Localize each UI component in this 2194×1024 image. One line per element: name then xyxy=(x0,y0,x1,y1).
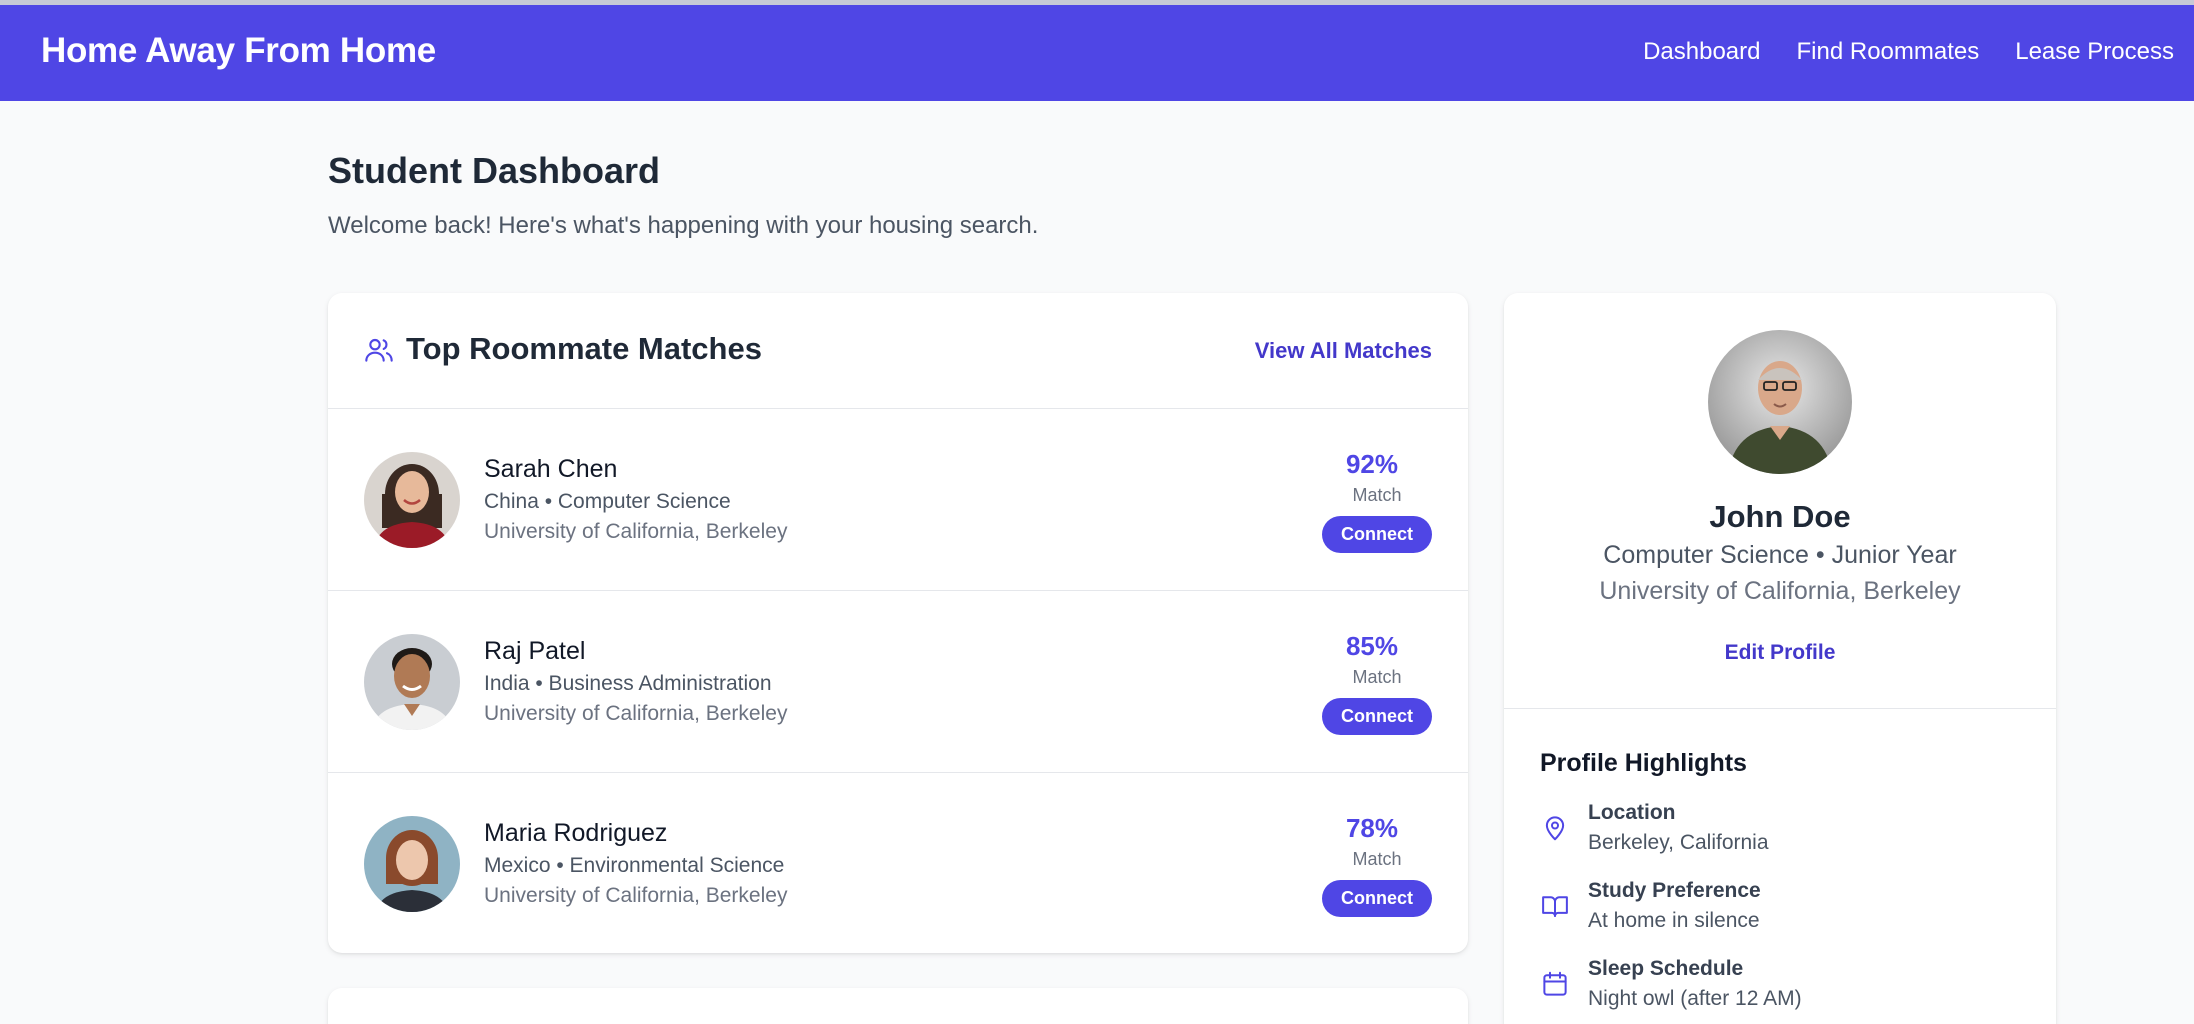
brand-logo-text[interactable]: Home Away From Home xyxy=(41,31,436,71)
highlight-value: Berkeley, California xyxy=(1588,831,1769,854)
avatar xyxy=(364,634,460,730)
profile-university: University of California, Berkeley xyxy=(1599,577,1961,605)
match-country-major: India • Business Administration xyxy=(484,672,772,695)
match-score-label: Match xyxy=(1352,667,1402,687)
highlight-location: Location Berkeley, California xyxy=(1540,801,2020,861)
view-all-matches-link[interactable]: View All Matches xyxy=(1255,338,1432,364)
top-navbar: Home Away From Home Dashboard Find Roomm… xyxy=(0,5,2194,101)
match-country-major: Mexico • Environmental Science xyxy=(484,854,785,877)
highlight-value: Night owl (after 12 AM) xyxy=(1588,987,1802,1010)
highlight-label: Location xyxy=(1588,801,1676,824)
avatar xyxy=(364,816,460,912)
profile-card: John Doe Computer Science • Junior Year … xyxy=(1504,293,2056,1024)
match-name: Sarah Chen xyxy=(484,455,618,483)
calendar-icon xyxy=(1543,971,1567,996)
profile-name: John Doe xyxy=(1709,499,1851,534)
highlight-label: Sleep Schedule xyxy=(1588,957,1744,980)
highlight-label: Study Preference xyxy=(1588,879,1761,902)
connect-button[interactable]: Connect xyxy=(1322,698,1432,735)
connect-button[interactable]: Connect xyxy=(1322,516,1432,553)
match-row[interactable]: Sarah Chen China • Computer Science Univ… xyxy=(328,409,1468,591)
match-row[interactable]: Raj Patel India • Business Administratio… xyxy=(328,591,1468,773)
nav-link-dashboard[interactable]: Dashboard xyxy=(1643,38,1760,66)
match-score: 92% xyxy=(1345,449,1399,479)
book-open-icon xyxy=(1542,896,1568,917)
users-icon xyxy=(365,338,393,362)
matches-card-header: Top Roommate Matches View All Matches xyxy=(328,293,1468,409)
profile-highlights-title: Profile Highlights xyxy=(1540,749,1747,777)
match-university: University of California, Berkeley xyxy=(484,520,788,543)
match-university: University of California, Berkeley xyxy=(484,884,788,907)
connect-button[interactable]: Connect xyxy=(1322,880,1432,917)
page-subtitle: Welcome back! Here's what's happening wi… xyxy=(328,212,1039,239)
main-nav: Dashboard Find Roommates Lease Process xyxy=(1643,38,2174,66)
match-row[interactable]: Maria Rodriguez Mexico • Environmental S… xyxy=(328,773,1468,953)
highlight-study-preference: Study Preference At home in silence xyxy=(1540,879,2020,939)
highlight-value: At home in silence xyxy=(1588,909,1760,932)
match-name: Maria Rodriguez xyxy=(484,819,668,847)
match-name: Raj Patel xyxy=(484,637,586,665)
profile-major-year: Computer Science • Junior Year xyxy=(1603,541,1957,569)
match-score: 78% xyxy=(1345,813,1399,843)
match-university: University of California, Berkeley xyxy=(484,702,788,725)
page-title: Student Dashboard xyxy=(328,150,661,191)
matches-card-title: Top Roommate Matches xyxy=(406,331,762,366)
match-country-major: China • Computer Science xyxy=(484,490,731,513)
match-score-label: Match xyxy=(1352,485,1402,505)
nav-link-find-roommates[interactable]: Find Roommates xyxy=(1797,38,1980,66)
map-pin-icon xyxy=(1545,816,1565,841)
profile-summary: John Doe Computer Science • Junior Year … xyxy=(1504,293,2056,709)
match-score: 85% xyxy=(1345,631,1399,661)
highlight-sleep-schedule: Sleep Schedule Night owl (after 12 AM) xyxy=(1540,957,2020,1017)
match-score-label: Match xyxy=(1352,849,1402,869)
profile-avatar xyxy=(1708,330,1852,474)
edit-profile-link[interactable]: Edit Profile xyxy=(1504,641,2056,665)
next-dashboard-card xyxy=(328,988,1468,1024)
nav-link-lease-process[interactable]: Lease Process xyxy=(2015,38,2174,66)
top-matches-card: Top Roommate Matches View All Matches Sa… xyxy=(328,293,1468,953)
avatar xyxy=(364,452,460,548)
